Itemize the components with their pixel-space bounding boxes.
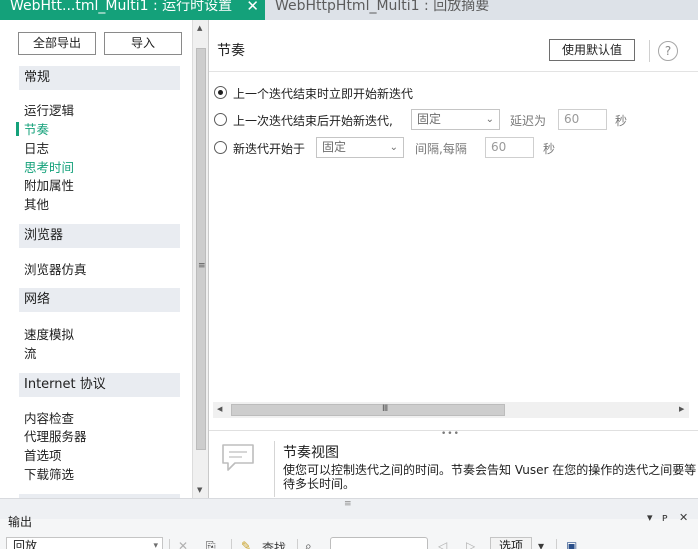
nav-item-additional-attributes[interactable]: 附加属性 [24,178,74,194]
tab-runtime-settings[interactable]: WebHtt...tml_Multi1 : 运行时设置 ✕ [0,0,265,20]
interval-seconds-input[interactable]: 60 [485,137,534,158]
pacing-option-immediate[interactable]: 上一个迭代结束时立即开始新迭代 [214,82,514,104]
option-immediate-label: 上一个迭代结束时立即开始新迭代 [233,87,414,101]
options-button[interactable]: 选项 [490,537,532,549]
toolbar-divider [649,40,650,62]
toolbar-divider [169,539,170,549]
option-interval-label: 新迭代开始于 [233,142,306,156]
description-divider [274,441,275,497]
previous-result-icon[interactable]: ◁ [438,539,447,549]
interval-unit: 秒 [543,142,556,156]
panel-menu-icon[interactable]: ▾ [647,511,653,524]
export-all-button[interactable]: 全部导出 [18,32,96,55]
description-text: 使您可以控制迭代之间的时间。节奏会告知 Vuser 在您的操作的迭代之间要等待多… [283,463,697,491]
output-toolbar: 回放 ▾ ✕ ⎘ ✎ 查找 ⌕ ◁ ▷ 选项 ▾ ▣ [0,533,698,549]
nav-category-general[interactable]: 常规 [19,66,180,90]
pacing-settings-panel: 节奏 使用默认值 ? 上一个迭代结束时立即开始新迭代 上一次迭代结束后开始新迭代… [208,20,698,498]
toolbar-divider [231,539,232,549]
save-icon[interactable]: ▣ [566,539,577,549]
use-defaults-button[interactable]: 使用默认值 [549,39,635,61]
radio-interval[interactable] [214,141,227,154]
delay-seconds-input[interactable]: 60 [558,109,607,130]
grip-icon: ≡ [198,261,206,271]
nav-item-content-check[interactable]: 内容检查 [24,411,74,427]
find-button[interactable]: 查找 [262,539,286,549]
search-icon: ⌕ [305,539,312,549]
scroll-up-arrow-icon[interactable]: ▲ [197,24,202,32]
nav-item-preferences[interactable]: 首选项 [24,448,62,464]
nav-item-proxy[interactable]: 代理服务器 [24,429,87,445]
title-divider [209,71,698,72]
copy-icon[interactable]: ⎘ [206,539,216,549]
document-tab-strip: WebHtt...tml_Multi1 : 运行时设置 ✕ WebHttpHtm… [0,0,698,20]
delay-unit: 秒 [615,114,628,128]
options-dropdown-icon[interactable]: ▾ [538,539,544,549]
scroll-left-arrow-icon[interactable]: ◀ [217,405,222,413]
interval-label: 间隔,每隔 [415,142,467,156]
close-icon[interactable]: ✕ [679,511,688,524]
scroll-down-arrow-icon[interactable]: ▼ [197,486,202,494]
help-icon[interactable]: ? [658,41,678,61]
delay-type-select[interactable]: 固定 ⌄ [411,109,500,130]
toolbar-divider [297,539,298,549]
import-button[interactable]: 导入 [104,32,182,55]
output-search-input[interactable] [330,537,428,549]
interval-type-select[interactable]: 固定 ⌄ [316,137,404,158]
content-horizontal-scrollbar[interactable]: ◀ Ⅲ ▶ [213,402,689,418]
panel-grip-icon[interactable]: ≡ [344,499,352,509]
next-result-icon[interactable]: ▷ [466,539,475,549]
nav-category-network[interactable]: 网络 [19,288,180,312]
tab-runtime-settings-label: WebHtt...tml_Multi1 : 运行时设置 [10,0,233,14]
nav-item-run-logic[interactable]: 运行逻辑 [24,103,74,119]
nav-category-internet-protocol[interactable]: Internet 协议 [19,373,180,397]
grip-icon: Ⅲ [382,404,389,414]
nav-item-pacing[interactable]: 节奏 [24,122,49,138]
output-title: 输出 [8,515,33,529]
scroll-right-arrow-icon[interactable]: ▶ [679,405,684,413]
selection-indicator [16,122,19,136]
pin-icon[interactable]: ᴘ [662,511,668,524]
find-icon[interactable]: ✎ [241,539,251,549]
description-title: 节奏视图 [283,445,339,461]
nav-item-think-time[interactable]: 思考时间 [24,160,74,176]
nav-item-misc[interactable]: 其他 [24,197,49,213]
close-icon[interactable]: ✕ [246,0,259,18]
chevron-down-icon: ▾ [153,541,158,549]
description-box: 节奏视图 使您可以控制迭代之间的时间。节奏会告知 Vuser 在您的操作的迭代之… [213,436,698,498]
settings-nav-panel: 全部导出 导入 常规 运行逻辑 节奏 日志 思考时间 附加属性 其他 浏览器 浏… [0,20,192,498]
tab-replay-summary-label: WebHttpHtml_Multi1 : 回放摘要 [275,0,490,14]
delay-type-value: 固定 [417,112,442,126]
nav-vertical-scrollbar[interactable]: ▲ ≡ ▼ [192,20,208,498]
delay-label: 延迟为 [510,114,547,128]
clear-icon[interactable]: ✕ [178,539,188,549]
option-after-previous-label: 上一次迭代结束后开始新迭代, [233,114,393,128]
chevron-down-icon: ⌄ [389,142,398,153]
output-panel: 输出 ≡ ▾ ᴘ ✕ 回放 ▾ ✕ ⎘ ✎ 查找 ⌕ ◁ ▷ 选项 ▾ ▣ [0,498,698,549]
nav-item-speed-simulation[interactable]: 速度模拟 [24,327,74,343]
horizontal-scroll-thumb[interactable]: Ⅲ [231,404,505,416]
nav-item-browser-emulation[interactable]: 浏览器仿真 [24,262,87,278]
radio-after-previous[interactable] [214,113,227,126]
output-source-select[interactable]: 回放 ▾ [6,537,163,549]
nav-item-stream[interactable]: 流 [24,346,37,362]
chevron-down-icon: ⌄ [485,114,494,125]
output-source-value: 回放 [13,539,38,549]
interval-type-value: 固定 [322,140,347,154]
section-title: 节奏 [217,43,245,59]
speech-bubble-icon [221,443,255,476]
nav-item-log[interactable]: 日志 [24,141,49,157]
pacing-option-after-previous[interactable]: 上一次迭代结束后开始新迭代, 固定 ⌄ 延迟为 60 秒 [214,109,694,131]
nav-category-browser[interactable]: 浏览器 [19,224,180,248]
toolbar-divider [556,539,557,549]
pacing-option-interval[interactable]: 新迭代开始于 固定 ⌄ 间隔,每隔 60 秒 [214,137,694,159]
nav-item-download-filter[interactable]: 下载筛选 [24,467,74,483]
nav-scroll-thumb[interactable]: ≡ [196,48,206,450]
tab-replay-summary[interactable]: WebHttpHtml_Multi1 : 回放摘要 [265,0,698,20]
radio-immediate[interactable] [214,86,227,99]
